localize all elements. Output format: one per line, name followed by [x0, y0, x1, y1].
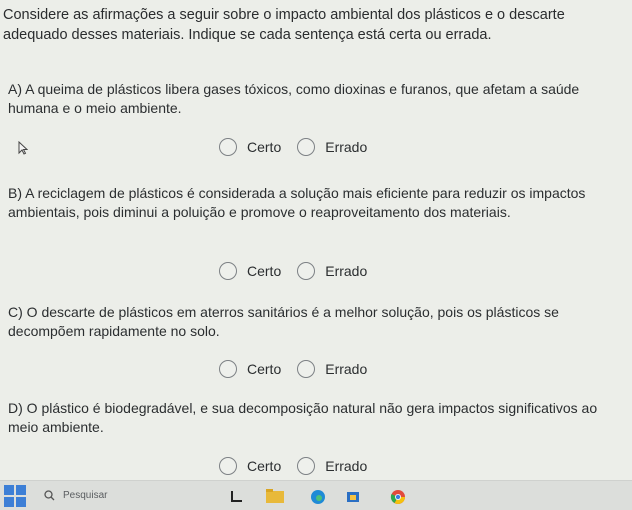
- task-view-icon[interactable]: [230, 489, 244, 503]
- question-d-options: Certo Errado: [219, 457, 383, 475]
- radio-circle-icon[interactable]: [297, 360, 316, 378]
- question-c: C) O descarte de plásticos em aterros sa…: [8, 304, 559, 339]
- radio-circle-icon[interactable]: [297, 457, 316, 475]
- chrome-icon[interactable]: [390, 489, 406, 505]
- option-label: Certo: [247, 458, 282, 474]
- search-placeholder: Pesquisar: [63, 490, 108, 501]
- question-d-option-errado[interactable]: Errado: [297, 457, 367, 475]
- quiz-page: Considere as afirmações a seguir sobre o…: [0, 0, 632, 480]
- radio-circle-icon[interactable]: [297, 138, 316, 156]
- question-a: A) A queima de plásticos libera gases tó…: [8, 81, 580, 116]
- option-label: Errado: [325, 458, 368, 474]
- radio-circle-icon[interactable]: [219, 138, 237, 156]
- option-label: Errado: [325, 263, 368, 279]
- file-explorer-icon[interactable]: [266, 489, 284, 503]
- question-a-option-certo[interactable]: Certo: [219, 138, 281, 156]
- question-d: D) O plástico é biodegradável, e sua dec…: [8, 400, 598, 435]
- question-b-option-certo[interactable]: Certo: [219, 262, 281, 280]
- question-a-option-errado[interactable]: Errado: [297, 138, 367, 156]
- windows-start-icon[interactable]: [4, 485, 26, 507]
- radio-circle-icon[interactable]: [297, 262, 316, 280]
- edge-browser-icon[interactable]: [310, 489, 326, 505]
- taskbar-search-input[interactable]: Pesquisar: [44, 485, 214, 506]
- search-icon: [44, 490, 55, 501]
- store-icon[interactable]: [346, 489, 360, 503]
- option-label: Certo: [247, 263, 282, 279]
- option-label: Errado: [325, 139, 368, 155]
- question-b-option-errado[interactable]: Errado: [297, 262, 367, 280]
- question-b: B) A reciclagem de plásticos é considera…: [8, 185, 586, 220]
- mouse-cursor-icon: [18, 141, 28, 155]
- option-label: Certo: [247, 139, 282, 155]
- radio-circle-icon[interactable]: [219, 360, 237, 378]
- question-c-option-certo[interactable]: Certo: [219, 360, 281, 378]
- question-a-options: Certo Errado: [219, 138, 383, 156]
- quiz-intro: Considere as afirmações a seguir sobre o…: [3, 7, 565, 43]
- radio-circle-icon[interactable]: [219, 262, 237, 280]
- question-c-option-errado[interactable]: Errado: [297, 360, 367, 378]
- radio-circle-icon[interactable]: [219, 457, 237, 475]
- option-label: Errado: [325, 361, 368, 377]
- question-b-options: Certo Errado: [219, 262, 383, 280]
- option-label: Certo: [247, 361, 282, 377]
- taskbar: Pesquisar: [0, 480, 632, 510]
- question-d-option-certo[interactable]: Certo: [219, 457, 281, 475]
- question-c-options: Certo Errado: [219, 360, 383, 378]
